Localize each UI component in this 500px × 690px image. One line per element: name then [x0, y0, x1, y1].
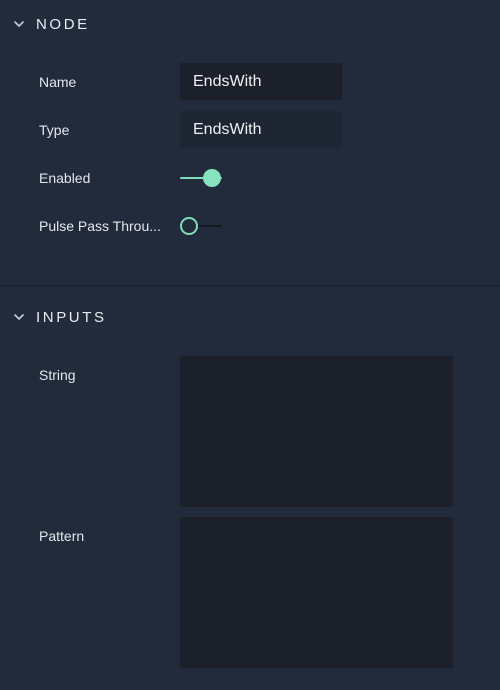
inputs-section-title: INPUTS [36, 308, 107, 326]
enabled-toggle-knob [203, 169, 221, 187]
type-field [180, 111, 342, 148]
enabled-label: Enabled [39, 170, 91, 186]
chevron-down-icon [14, 21, 24, 27]
section-divider [0, 285, 500, 287]
chevron-down-icon [14, 314, 24, 320]
string-textarea[interactable] [180, 356, 453, 507]
pulse-pass-through-label: Pulse Pass Throu... [39, 218, 161, 234]
pulse-pass-through-toggle-knob [180, 217, 198, 235]
name-label: Name [39, 74, 77, 90]
properties-panel: NODE Name Type Enabled Pulse Pass Throu.… [0, 0, 500, 690]
pattern-label: Pattern [39, 528, 85, 544]
pattern-textarea[interactable] [180, 517, 453, 668]
enabled-toggle[interactable] [180, 167, 224, 189]
node-section-title: NODE [36, 15, 90, 33]
type-label: Type [39, 122, 70, 138]
string-label: String [39, 367, 76, 383]
name-input[interactable] [180, 63, 342, 100]
pulse-pass-through-toggle[interactable] [180, 215, 224, 237]
node-section-header[interactable]: NODE [0, 9, 500, 39]
inputs-section-header[interactable]: INPUTS [0, 302, 500, 332]
